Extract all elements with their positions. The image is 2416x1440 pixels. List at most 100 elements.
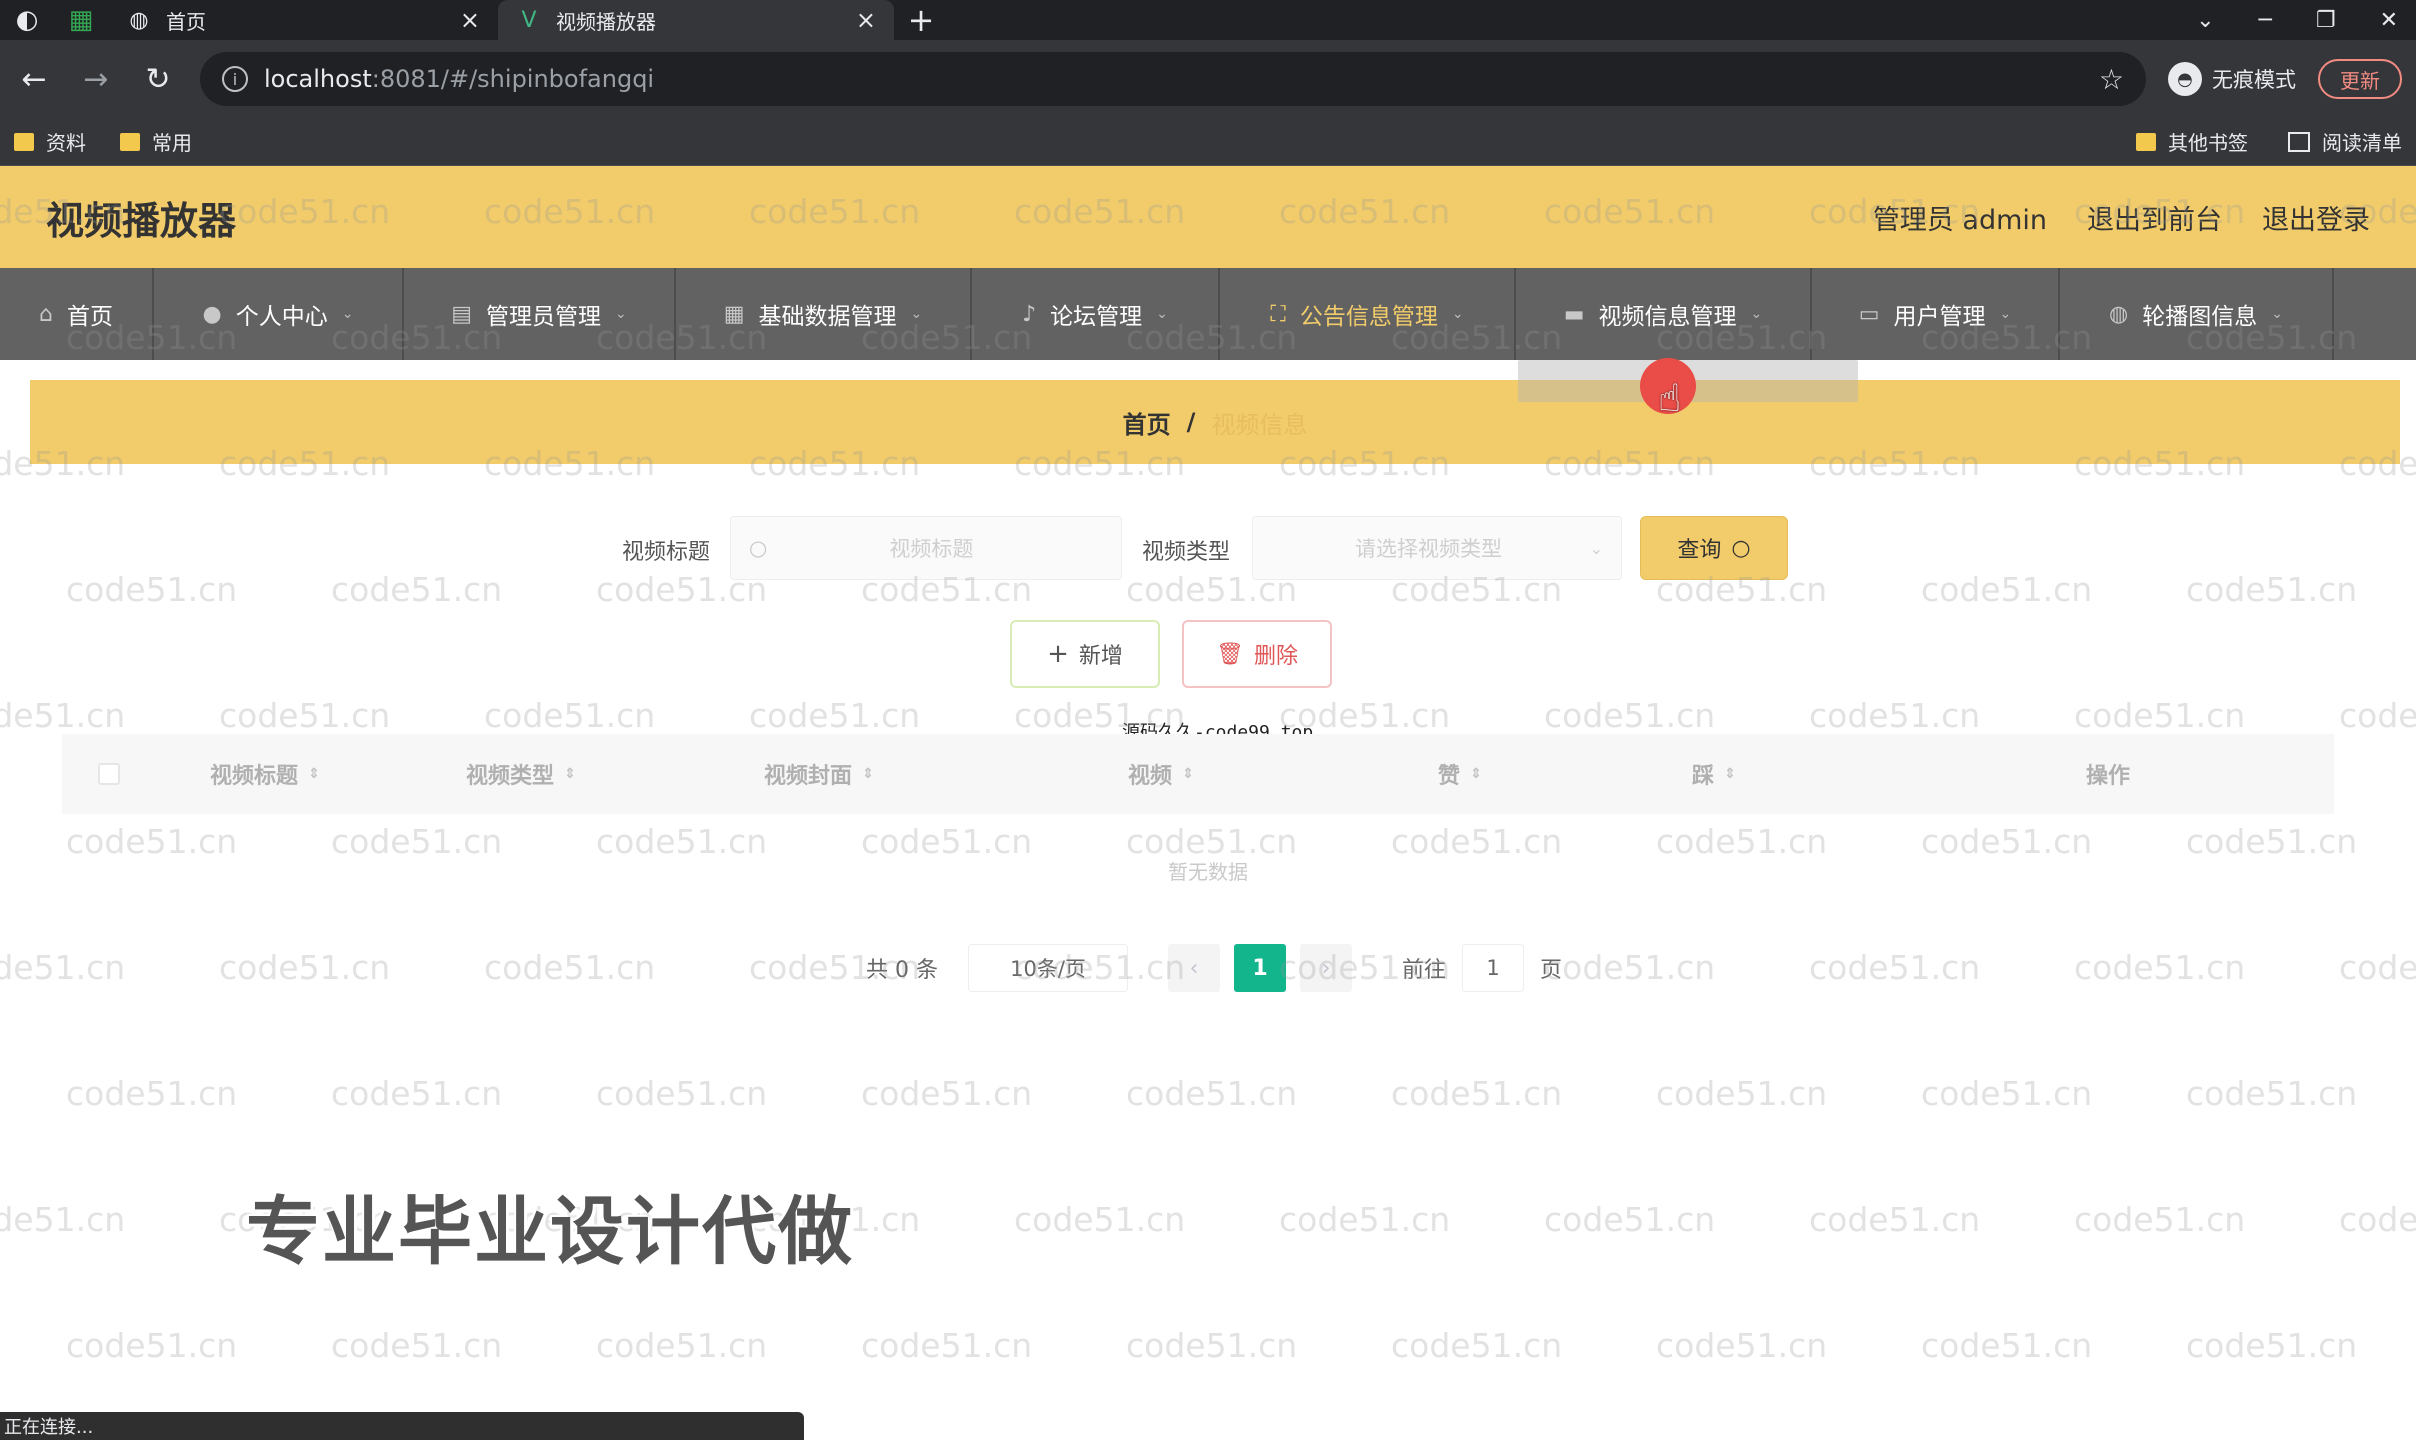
title-search-label: 视频标题 [622, 540, 711, 565]
sort-icon[interactable]: ⇕ [1470, 766, 1482, 782]
watermark-text: code51.cn [1921, 1074, 2093, 1113]
column-header-title[interactable]: 视频标题 ⇕ [210, 758, 320, 790]
close-icon[interactable]: × [856, 6, 876, 34]
forward-icon[interactable]: → [76, 59, 116, 99]
update-button[interactable]: 更新 [2318, 59, 2402, 99]
watermark-text: code51.cn [331, 1326, 503, 1365]
breadcrumb-home[interactable]: 首页 [1123, 405, 1171, 440]
browser-tab-bar: ◐ ▦ ◍ 首页 × V 视频播放器 × + ⌄ ─ ❐ ✕ [0, 0, 2416, 40]
sort-icon[interactable]: ⇕ [1182, 766, 1194, 782]
sort-icon[interactable]: ⇕ [308, 766, 320, 782]
page-size-select[interactable]: 10条/页 [968, 944, 1128, 992]
tab-title: 视频播放器 [556, 9, 656, 34]
watermark-text: code51.cn [1544, 696, 1716, 735]
minimize-icon[interactable]: ─ [2259, 8, 2272, 33]
new-tab-button[interactable]: + [894, 0, 948, 40]
select-all-checkbox[interactable] [98, 763, 120, 785]
update-label: 更新 [2340, 68, 2380, 93]
column-header-like[interactable]: 赞 ⇕ [1438, 758, 1482, 790]
nav-item-admin[interactable]: ▤ 管理员管理 ⌄ [404, 268, 676, 360]
bookmark-star-icon[interactable]: ☆ [2099, 63, 2124, 96]
watermark-text: code51.cn [331, 1074, 503, 1113]
watermark-text: code51.cn [219, 948, 391, 987]
breadcrumb-separator: / [1186, 408, 1196, 436]
watermark-text: code51.cn [66, 822, 238, 861]
back-to-front-link[interactable]: 退出到前台 [2087, 198, 2222, 237]
bookmarks-bar: 资料 常用 其他书签 阅读清单 [0, 118, 2416, 166]
watermark-text: code51.cn [2339, 948, 2416, 987]
nav-item-home[interactable]: ⌂ 首页 [0, 268, 154, 360]
browser-tab-video-player[interactable]: V 视频播放器 × [498, 0, 894, 40]
other-bookmarks[interactable]: 其他书签 [2136, 127, 2248, 156]
column-header-cover[interactable]: 视频封面 ⇕ [764, 758, 874, 790]
bookmark-folder[interactable]: 常用 [120, 127, 192, 156]
sort-icon[interactable]: ⇕ [862, 766, 874, 782]
nav-item-carousel[interactable]: ◍ 轮播图信息 ⌄ [2060, 268, 2334, 360]
watermark-text: code51.cn [2339, 696, 2416, 735]
type-select-placeholder: 请选择视频类型 [1355, 537, 1502, 561]
incognito-label: 无痕模式 [2212, 68, 2296, 92]
home-icon: ⌂ [39, 301, 53, 327]
logout-link[interactable]: 退出登录 [2262, 198, 2370, 237]
watermark-text: code51.cn [1014, 1200, 1186, 1239]
watermark-text: code51.cn [749, 696, 921, 735]
add-label: 新增 [1078, 644, 1123, 669]
chevron-down-icon[interactable]: ⌄ [2196, 8, 2214, 33]
url-input[interactable]: i localhost:8081/#/shipinbofangqi ☆ [200, 52, 2146, 106]
add-button[interactable]: + 新增 [1010, 620, 1160, 688]
column-label: 视频标题 [210, 764, 299, 789]
query-button[interactable]: 查询 ○ [1640, 516, 1788, 580]
column-header-dislike[interactable]: 踩 ⇕ [1692, 758, 1736, 790]
nav-label: 公告信息管理 [1299, 304, 1438, 330]
promo-overlay-text: 专业毕业设计代做 [246, 1189, 854, 1275]
pinned-tab-icon[interactable]: ▦ [54, 0, 108, 40]
sort-icon[interactable]: ⇕ [1724, 766, 1736, 782]
watermark-text: code51.cn [861, 822, 1033, 861]
delete-button[interactable]: 🗑 删除 [1182, 620, 1332, 688]
next-page-button[interactable]: › [1300, 944, 1352, 992]
folder-icon [14, 132, 34, 151]
page-number-button[interactable]: 1 [1234, 944, 1286, 992]
breadcrumb-current: 视频信息 [1211, 410, 1308, 439]
type-select-label: 视频类型 [1142, 540, 1231, 565]
watermark-text: code51.cn [1809, 1200, 1981, 1239]
chevron-down-icon: ⌄ [1750, 306, 1763, 322]
bookmark-folder[interactable]: 资料 [14, 127, 86, 156]
close-window-icon[interactable]: ✕ [2380, 8, 2398, 33]
folder-icon [120, 132, 140, 151]
info-icon[interactable]: i [222, 66, 248, 92]
browser-menu-icon[interactable]: ◐ [0, 0, 54, 40]
prev-page-button[interactable]: ‹ [1168, 944, 1220, 992]
nav-item-profile[interactable]: ● 个人中心 ⌄ [154, 268, 404, 360]
watermark-text: code51.cn [1544, 1200, 1716, 1239]
sort-icon[interactable]: ⇕ [564, 766, 576, 782]
column-header-video[interactable]: 视频 ⇕ [1128, 758, 1194, 790]
nav-label: 轮播图信息 [2142, 304, 2258, 330]
nav-item-video[interactable]: ▬ 视频信息管理 ⌄ [1516, 268, 1812, 360]
reload-icon[interactable]: ↻ [138, 59, 178, 99]
restore-icon[interactable]: ❐ [2316, 8, 2336, 33]
title-search-input[interactable]: ○ 视频标题 [730, 516, 1122, 580]
fullscreen-icon: ⛶ [1270, 301, 1286, 327]
watermark-text: code51.cn [0, 1200, 126, 1239]
reading-list[interactable]: 阅读清单 [2288, 127, 2402, 156]
browser-status-text: 正在连接... [0, 1412, 804, 1440]
incognito-indicator[interactable]: ◓ 无痕模式 [2168, 62, 2296, 96]
nav-item-forum[interactable]: ♪ 论坛管理 ⌄ [972, 268, 1220, 360]
watermark-text: code51.cn [484, 696, 656, 735]
watermark-text: code51.cn [484, 948, 656, 987]
watermark-text: code51.cn [0, 948, 126, 987]
type-select[interactable]: 请选择视频类型 ⌄ [1252, 516, 1622, 580]
nav-item-users[interactable]: ▭ 用户管理 ⌄ [1812, 268, 2060, 360]
incognito-icon: ◓ [2168, 62, 2202, 96]
close-icon[interactable]: × [460, 6, 480, 34]
page-size-value: 10条/页 [1010, 957, 1086, 981]
nav-item-notice[interactable]: ⛶ 公告信息管理 ⌄ [1220, 268, 1516, 360]
watermark-text: code51.cn [66, 570, 238, 609]
nav-item-base-data[interactable]: ▦ 基础数据管理 ⌄ [676, 268, 972, 360]
browser-tab-home[interactable]: ◍ 首页 × [108, 0, 498, 40]
back-icon[interactable]: ← [14, 59, 54, 99]
goto-page-input[interactable]: 1 [1462, 944, 1524, 992]
folder-icon [2136, 132, 2156, 151]
column-header-type[interactable]: 视频类型 ⇕ [466, 758, 576, 790]
